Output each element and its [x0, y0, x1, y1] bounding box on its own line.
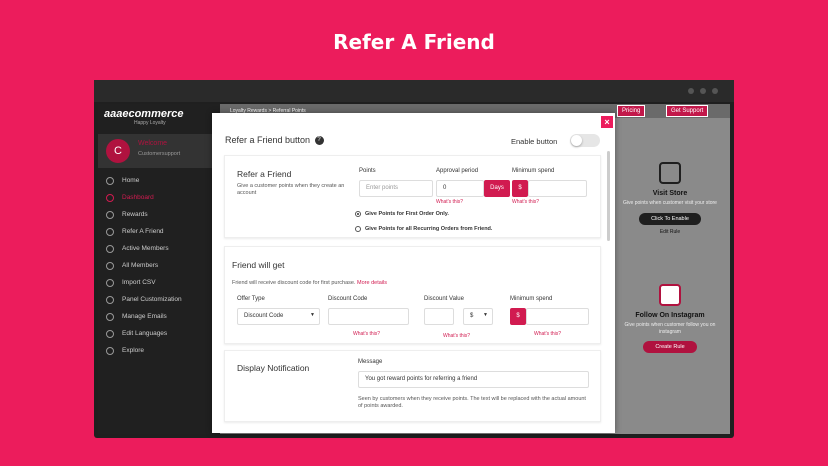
modal-title: Refer a Friend button ?: [225, 135, 324, 146]
friend-minspend-input[interactable]: [526, 308, 589, 325]
enable-label: Enable button: [511, 137, 558, 146]
compass-icon: [106, 346, 114, 355]
whats-this-link[interactable]: What's this?: [443, 333, 470, 339]
points-input[interactable]: Enter points: [359, 180, 433, 197]
email-icon: [106, 312, 114, 321]
hero-title: Refer A Friend: [333, 30, 495, 54]
minspend-label: Minimum spend: [512, 168, 555, 174]
sidebar-item-all-members[interactable]: All Members: [98, 257, 220, 274]
approval-label: Approval period: [436, 168, 479, 174]
window-dot[interactable]: [700, 88, 706, 94]
rules-column: Visit Store Give points when customer vi…: [611, 118, 730, 434]
discount-code-label: Discount Code: [328, 296, 368, 302]
whats-this-link[interactable]: What's this?: [534, 331, 561, 337]
sidebar-item-dashboard[interactable]: Dashboard: [98, 189, 220, 206]
close-icon[interactable]: ×: [601, 116, 613, 128]
profile-name: Welcome: [138, 140, 168, 147]
whats-this-link[interactable]: What's this?: [353, 331, 380, 337]
users-icon: [106, 261, 114, 270]
message-help: Seen by customers when they receive poin…: [358, 396, 586, 410]
sidebar-item-home[interactable]: Home: [98, 172, 220, 189]
section-heading: Friend will get: [232, 260, 285, 270]
sidebar-item-languages[interactable]: Edit Languages: [98, 325, 220, 342]
window-dot[interactable]: [712, 88, 718, 94]
enable-rule-button[interactable]: Click To Enable: [639, 212, 701, 225]
first-order-radio[interactable]: Give Points for First Order Only.: [355, 211, 449, 217]
panel-icon: [106, 295, 114, 304]
profile-box: C Welcome Customersupport: [98, 134, 220, 168]
radio-selected-icon: [355, 211, 361, 217]
discount-code-input[interactable]: [328, 308, 409, 325]
rewards-icon: [106, 210, 114, 219]
card-desc: Give points when customer follow you on …: [624, 322, 716, 335]
sidebar-item-active-members[interactable]: Active Members: [98, 240, 220, 257]
refer-section: Refer a Friend Give a customer points wh…: [224, 155, 601, 238]
window-dot[interactable]: [688, 88, 694, 94]
section-desc: Give a customer points when they create …: [237, 183, 345, 197]
help-icon[interactable]: ?: [314, 136, 324, 146]
window-titlebar: [94, 80, 734, 102]
sidebar-item-emails[interactable]: Manage Emails: [98, 308, 220, 325]
pricing-button[interactable]: Pricing: [617, 105, 646, 117]
message-label: Message: [358, 359, 383, 365]
edit-rule-link[interactable]: Edit Rule: [620, 229, 720, 235]
chevron-down-icon: ▼: [483, 312, 488, 318]
section-heading: Refer a Friend: [237, 169, 292, 179]
chevron-down-icon: ▼: [310, 312, 315, 318]
minspend-label: Minimum spend: [510, 296, 553, 302]
toggle-knob: [571, 135, 582, 146]
whats-this-link[interactable]: What's this?: [512, 199, 539, 205]
points-label: Points: [359, 168, 376, 174]
approval-input[interactable]: 0: [436, 180, 484, 197]
sidebar-item-explore[interactable]: Explore: [98, 342, 220, 359]
home-icon: [106, 176, 114, 185]
offer-type-select[interactable]: Discount Code ▼: [237, 308, 320, 325]
sidebar-nav: Home Dashboard Rewards Refer A Friend Ac…: [98, 172, 220, 359]
more-details-link[interactable]: More details: [357, 280, 387, 286]
dashboard-icon: [106, 193, 114, 202]
radio-icon: [355, 226, 361, 232]
card-title: Visit Store: [652, 190, 688, 197]
discount-value-input[interactable]: [424, 308, 454, 325]
support-button[interactable]: Get Support: [666, 105, 709, 117]
enable-toggle[interactable]: [570, 134, 600, 147]
message-input[interactable]: You got reward points for referring a fr…: [358, 371, 589, 388]
minspend-input[interactable]: [528, 180, 587, 197]
days-button[interactable]: Days: [484, 180, 510, 197]
language-icon: [106, 329, 114, 338]
recurring-orders-radio[interactable]: Give Points for all Recurring Orders fro…: [355, 226, 492, 232]
sidebar-item-rewards[interactable]: Rewards: [98, 206, 220, 223]
offer-type-label: Offer Type: [237, 296, 265, 302]
notification-section: Display Notification Message You got rew…: [224, 350, 601, 422]
refer-icon: [106, 227, 114, 236]
app-logo[interactable]: aaaecommerce Happy Loyalty: [98, 104, 220, 130]
sidebar-item-panel[interactable]: Panel Customization: [98, 291, 220, 308]
discount-value-label: Discount Value: [424, 296, 464, 302]
avatar: C: [106, 139, 130, 163]
instagram-icon: [659, 284, 681, 306]
section-heading: Display Notification: [237, 363, 310, 373]
user-icon: [106, 244, 114, 253]
visit-store-card: Visit Store Give points when customer vi…: [620, 162, 720, 235]
currency-badge: $: [512, 180, 528, 197]
discount-unit-select[interactable]: $ ▼: [463, 308, 493, 325]
currency-badge: $: [510, 308, 526, 325]
create-rule-button[interactable]: Create Rule: [643, 341, 697, 353]
sidebar: aaaecommerce Happy Loyalty C Welcome Cust…: [98, 104, 220, 434]
import-icon: [106, 278, 114, 287]
profile-subtitle: Customersupport: [138, 151, 181, 157]
card-title: Follow On Instagram: [635, 312, 705, 319]
instagram-card: Follow On Instagram Give points when cus…: [620, 284, 720, 353]
friend-section: Friend will get Friend will receive disc…: [224, 246, 601, 344]
store-icon: [659, 162, 681, 184]
scrollbar[interactable]: [607, 151, 610, 241]
sidebar-item-import-csv[interactable]: Import CSV: [98, 274, 220, 291]
card-desc: Give points when customer visit your sto…: [623, 200, 717, 206]
refer-friend-modal: × Refer a Friend button ? Enable button …: [212, 113, 615, 433]
sidebar-item-refer[interactable]: Refer A Friend: [98, 223, 220, 240]
whats-this-link[interactable]: What's this?: [436, 199, 463, 205]
section-desc: Friend will receive discount code for fi…: [232, 280, 387, 286]
